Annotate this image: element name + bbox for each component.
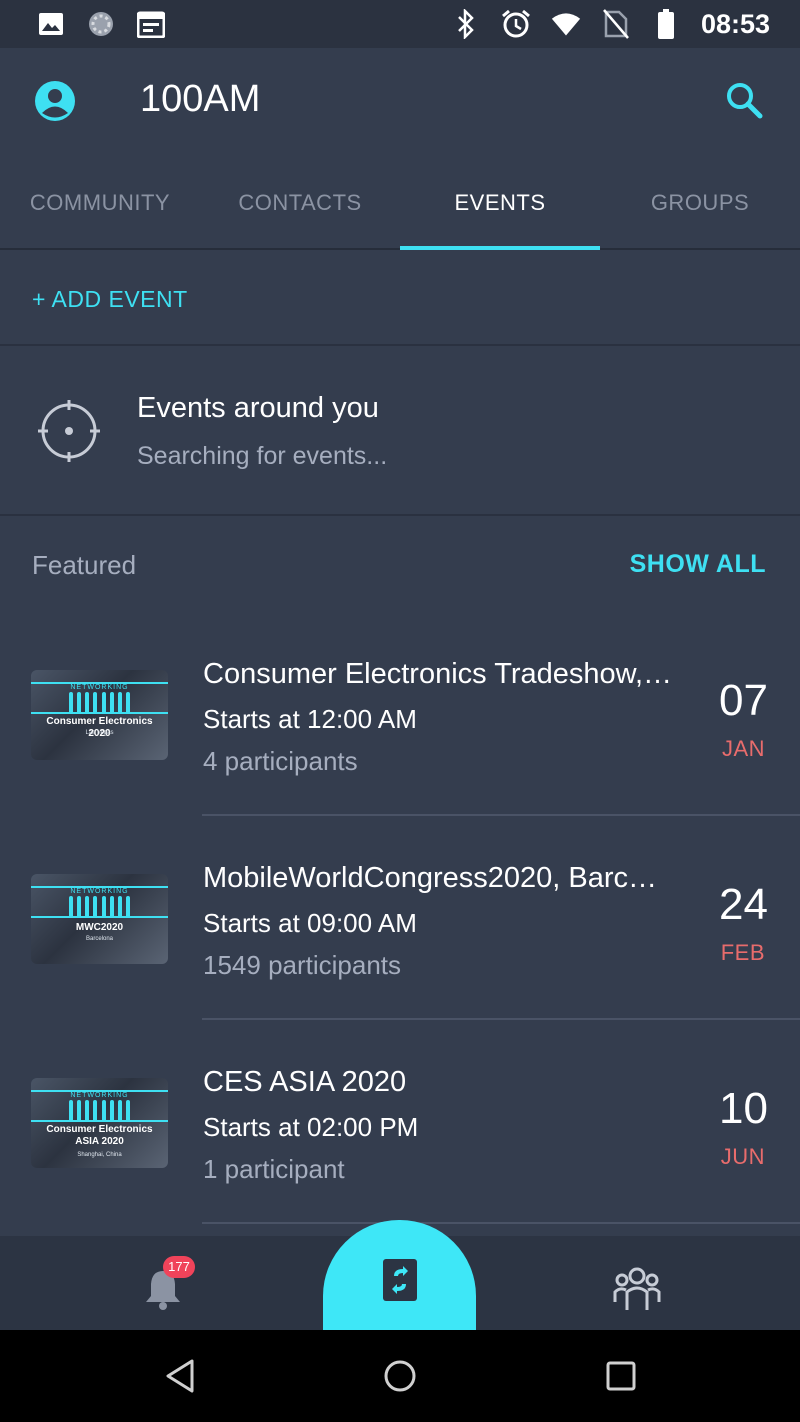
event-start-time: Starts at 02:00 PM bbox=[203, 1112, 419, 1142]
thumbnail-city: Shanghai, China bbox=[77, 1152, 122, 1158]
tab-groups[interactable]: GROUPS bbox=[600, 152, 800, 248]
app-bar: 100AM bbox=[0, 48, 800, 152]
alarm-icon bbox=[501, 9, 531, 39]
back-icon[interactable] bbox=[164, 1358, 196, 1394]
thumbnail-name: Consumer Electronics ASIA 2020 bbox=[46, 1124, 153, 1147]
events-around-section[interactable]: Events around you Searching for events..… bbox=[0, 346, 800, 516]
loading-icon bbox=[86, 9, 116, 39]
event-month: JAN bbox=[721, 736, 765, 761]
account-circle-icon[interactable] bbox=[34, 80, 76, 122]
calendar-icon bbox=[136, 9, 166, 39]
battery-icon bbox=[651, 9, 681, 39]
thumbnail-city: Las Vegas bbox=[85, 730, 114, 736]
event-day: 07 bbox=[719, 676, 768, 725]
divider bbox=[202, 1222, 800, 1224]
event-title: MobileWorldCongress2020, Barcelona bbox=[203, 862, 673, 894]
target-icon bbox=[38, 400, 100, 462]
add-event-section: + ADD EVENT bbox=[0, 250, 800, 346]
thumbnail-city: Barcelona bbox=[85, 936, 114, 942]
event-list: NETWORKING Consumer Electronics 2020 Las… bbox=[0, 612, 800, 1224]
thumbnail-tag: NETWORKING bbox=[70, 888, 129, 895]
image-icon bbox=[36, 9, 66, 39]
event-thumbnail: NETWORKING Consumer Electronics 2020 Las… bbox=[31, 670, 168, 760]
recent-apps-icon[interactable] bbox=[606, 1361, 636, 1391]
status-time: 08:53 bbox=[700, 8, 770, 39]
swap-card-icon bbox=[382, 1258, 418, 1302]
event-participants: 1549 participants bbox=[203, 950, 402, 980]
event-item[interactable]: NETWORKING MWC2020 Barcelona MobileWorld… bbox=[0, 816, 800, 1020]
status-bar: 08:53 bbox=[0, 0, 800, 48]
event-participants: 4 participants bbox=[203, 746, 358, 776]
featured-heading: Featured bbox=[32, 550, 137, 580]
event-thumbnail: NETWORKING Consumer Electronics ASIA 202… bbox=[31, 1078, 168, 1168]
add-event-button[interactable]: + ADD EVENT bbox=[32, 286, 188, 313]
event-participants: 1 participant bbox=[203, 1154, 345, 1184]
event-start-time: Starts at 09:00 AM bbox=[203, 908, 417, 938]
home-icon[interactable] bbox=[384, 1360, 416, 1392]
thumbnail-tag: NETWORKING bbox=[70, 684, 129, 691]
event-day: 24 bbox=[719, 880, 768, 929]
app-title: 100AM bbox=[140, 78, 261, 120]
event-day: 10 bbox=[719, 1084, 768, 1133]
tab-community[interactable]: COMMUNITY bbox=[0, 152, 200, 248]
system-nav-bar bbox=[0, 1330, 800, 1422]
thumbnail-name: MWC2020 bbox=[75, 922, 124, 933]
event-month: JUN bbox=[720, 1144, 765, 1169]
thumbnail-name: Consumer Electronics 2020 bbox=[46, 716, 153, 739]
event-month: FEB bbox=[720, 940, 765, 965]
bluetooth-icon bbox=[451, 9, 481, 39]
tab-events[interactable]: EVENTS bbox=[400, 152, 600, 250]
thumbnail-tag: NETWORKING bbox=[70, 1092, 129, 1099]
no-sim-icon bbox=[601, 9, 631, 39]
tab-contacts[interactable]: CONTACTS bbox=[200, 152, 400, 248]
notification-badge: 177 bbox=[163, 1256, 195, 1278]
events-around-status: Searching for events... bbox=[137, 442, 388, 470]
event-title: Consumer Electronics Tradeshow, Las Vega… bbox=[203, 658, 673, 690]
search-icon[interactable] bbox=[724, 80, 764, 120]
wifi-icon bbox=[551, 9, 581, 39]
tab-bar: COMMUNITY CONTACTS EVENTS GROUPS bbox=[0, 152, 800, 250]
event-title: CES ASIA 2020 bbox=[203, 1066, 407, 1098]
event-start-time: Starts at 12:00 AM bbox=[203, 704, 417, 734]
show-all-button[interactable]: SHOW ALL bbox=[630, 550, 766, 579]
event-item[interactable]: NETWORKING Consumer Electronics 2020 Las… bbox=[0, 612, 800, 816]
event-thumbnail: NETWORKING MWC2020 Barcelona bbox=[31, 874, 168, 964]
people-group-icon[interactable] bbox=[612, 1266, 662, 1312]
events-around-title: Events around you bbox=[137, 392, 379, 424]
event-item[interactable]: NETWORKING Consumer Electronics ASIA 202… bbox=[0, 1020, 800, 1224]
